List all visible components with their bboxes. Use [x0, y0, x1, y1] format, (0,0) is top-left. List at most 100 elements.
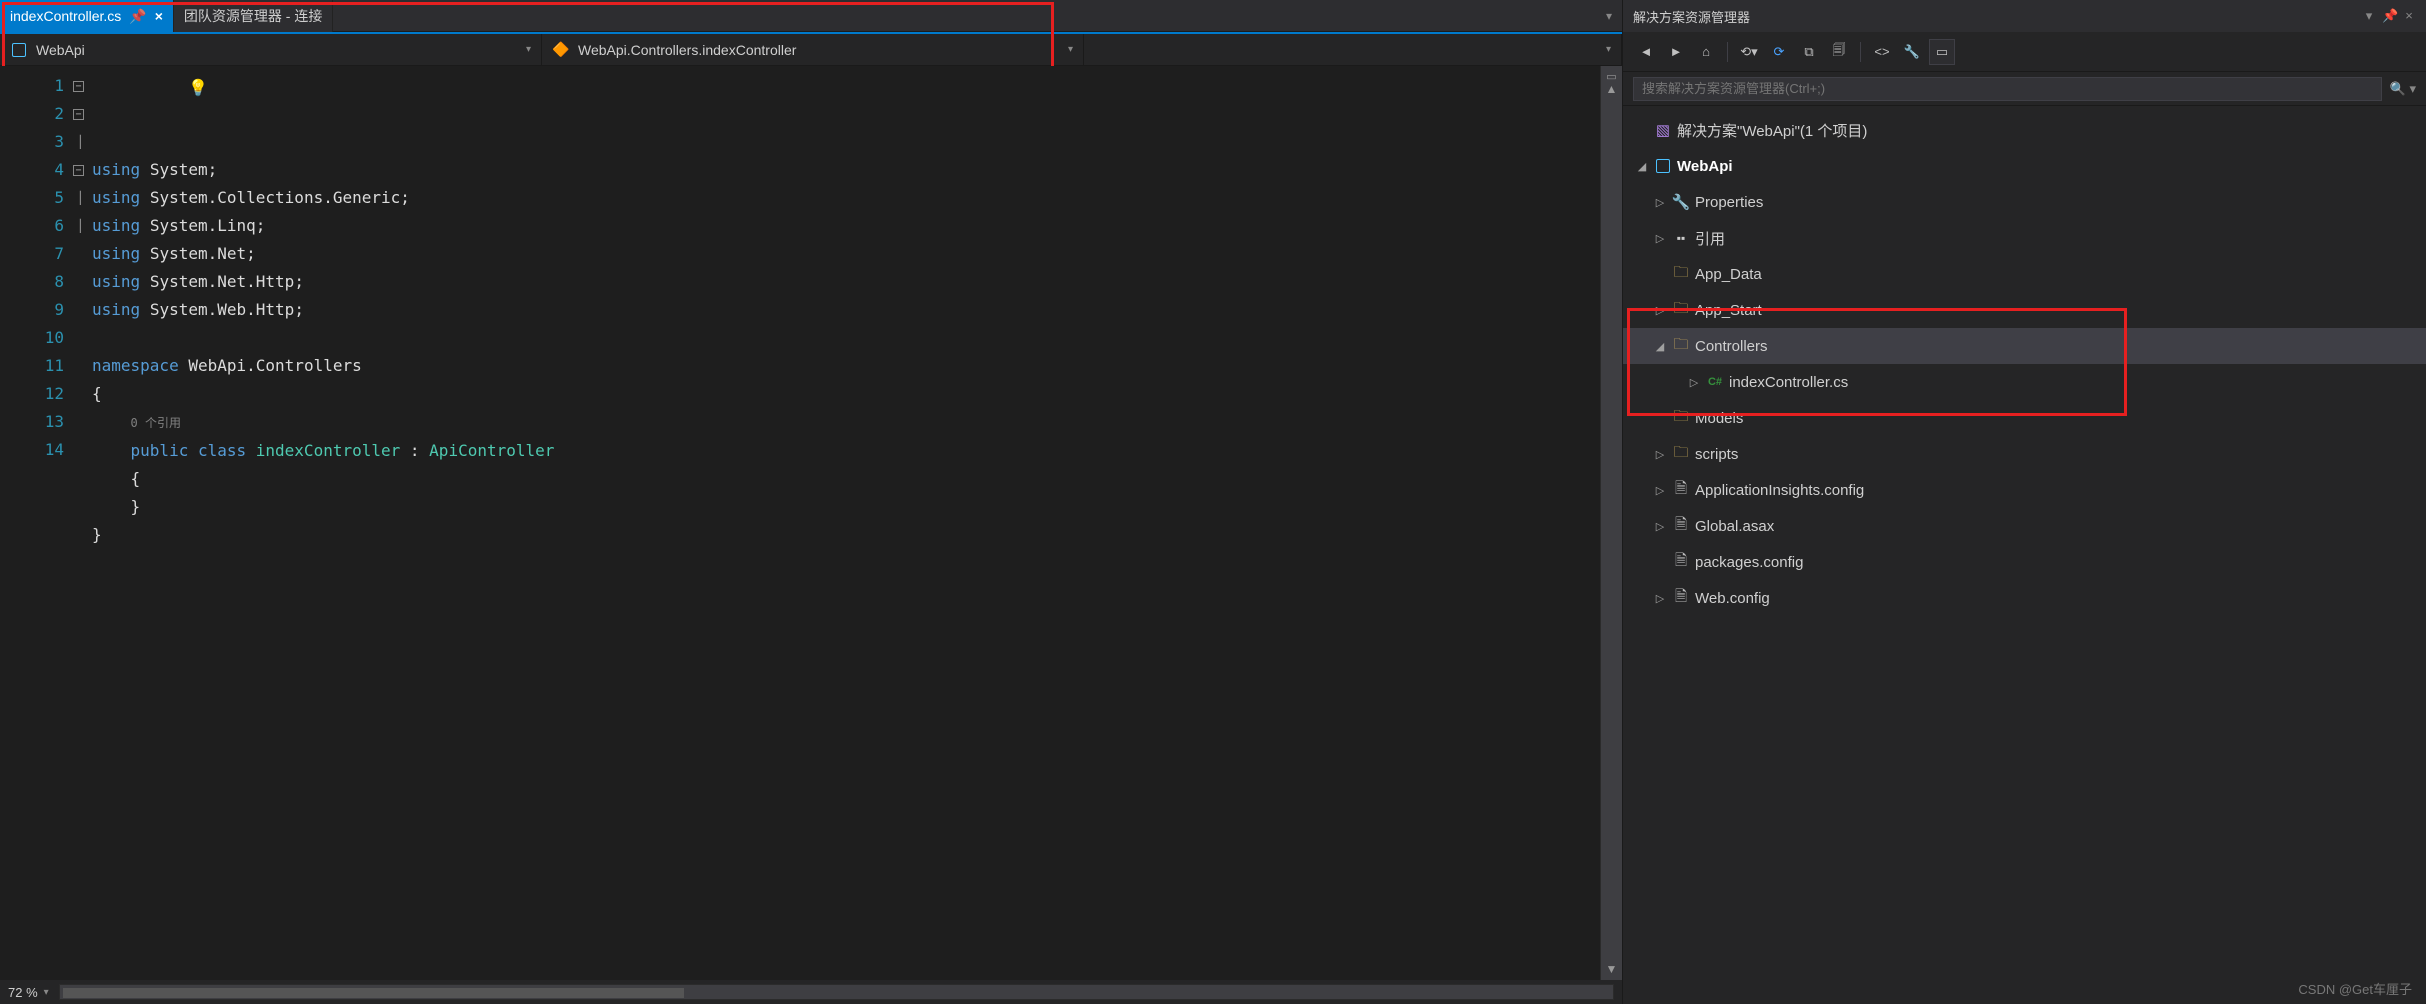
vs-icon: ▧ [1651, 121, 1675, 139]
tree-item-global[interactable]: ▷🗎Global.asax [1623, 508, 2426, 544]
nav-project-label: WebApi [36, 42, 85, 58]
cfg-icon: 🗎 [1669, 514, 1693, 539]
nav-forward-icon[interactable]: ► [1663, 39, 1689, 65]
folder-icon: 🗀 [1669, 262, 1693, 287]
line-number: 9 [0, 296, 64, 324]
line-number: 10 [0, 324, 64, 352]
search-icon[interactable]: 🔍 ▾ [2390, 81, 2416, 97]
tree-twist-icon[interactable]: ▷ [1651, 592, 1669, 605]
tab-bar-spacer: ▾ [333, 0, 1622, 32]
folder-icon: 🗀 [1669, 406, 1693, 431]
line-number: 12 [0, 380, 64, 408]
tree-item-proj[interactable]: ◢WebApi [1623, 148, 2426, 184]
wrench-icon: 🔧 [1669, 193, 1693, 211]
view-code-icon[interactable]: <> [1869, 39, 1895, 65]
nav-project-dropdown[interactable]: WebApi ▾ [0, 34, 542, 65]
nav-member-dropdown[interactable]: ▾ [1084, 34, 1622, 65]
tree-twist-icon[interactable]: ◢ [1633, 160, 1651, 173]
tree-item-label: packages.config [1695, 554, 1803, 571]
tree-item-props[interactable]: ▷🔧Properties [1623, 184, 2426, 220]
tree-twist-icon[interactable]: ▷ [1685, 376, 1703, 389]
preview-selected-icon[interactable]: ▭ [1929, 39, 1955, 65]
globe-icon [1651, 159, 1675, 173]
panel-title-bar: 解决方案资源管理器 ▾ 📌 × [1623, 0, 2426, 32]
tree-item-indexctrl[interactable]: ▷C#indexController.cs [1623, 364, 2426, 400]
scroll-down-icon[interactable]: ▼ [1603, 962, 1621, 980]
tree-item-label: Models [1695, 410, 1743, 427]
home-icon[interactable]: ⌂ [1693, 39, 1719, 65]
properties-icon[interactable]: 🔧 [1899, 39, 1925, 65]
tree-item-controllers[interactable]: ◢🗀Controllers [1623, 328, 2426, 364]
vertical-scrollbar[interactable]: ▭ ▲ ▼ [1600, 66, 1622, 980]
tree-item-label: indexController.cs [1729, 374, 1848, 391]
nav-scope-dropdown[interactable]: 🔶 WebApi.Controllers.indexController ▾ [542, 34, 1084, 65]
split-handle-icon[interactable]: ▭ [1603, 70, 1621, 82]
chevron-down-icon[interactable]: ▾ [44, 987, 49, 998]
tree-twist-icon[interactable]: ▷ [1651, 448, 1669, 461]
line-number: 7 [0, 240, 64, 268]
solution-search-input[interactable] [1633, 77, 2382, 101]
tree-item-appins[interactable]: ▷🗎ApplicationInsights.config [1623, 472, 2426, 508]
tree-item-packages[interactable]: 🗎packages.config [1623, 544, 2426, 580]
tree-item-label: Global.asax [1695, 518, 1774, 535]
tree-item-refs[interactable]: ▷▪▪引用 [1623, 220, 2426, 256]
tree-item-scripts[interactable]: ▷🗀scripts [1623, 436, 2426, 472]
refresh-icon[interactable]: ⟳ [1766, 39, 1792, 65]
fold-toggle-icon[interactable]: − [73, 81, 84, 92]
pin-icon[interactable]: 📌 [129, 8, 146, 25]
cfg-icon: 🗎 [1669, 550, 1693, 575]
sync-views-icon[interactable]: ⟲▾ [1736, 39, 1762, 65]
chevron-down-icon: ▾ [526, 44, 531, 55]
tree-item-appstart[interactable]: ▷🗀App_Start [1623, 292, 2426, 328]
fold-toggle-icon[interactable]: − [73, 165, 84, 176]
line-number: 13 [0, 408, 64, 436]
tree-item-webconfig[interactable]: ▷🗎Web.config [1623, 580, 2426, 616]
tab-overflow-icon[interactable]: ▾ [1606, 9, 1612, 23]
cfg-icon: 🗎 [1669, 586, 1693, 611]
chevron-down-icon: ▾ [1068, 44, 1073, 55]
solution-tree: ▧解决方案"WebApi"(1 个项目)◢WebApi▷🔧Properties▷… [1623, 106, 2426, 1004]
tree-twist-icon[interactable]: ◢ [1651, 340, 1669, 353]
panel-menu-icon[interactable]: ▾ [2362, 8, 2376, 24]
fold-column: −−│−││ [70, 72, 84, 240]
zoom-level[interactable]: 72 % [8, 985, 38, 1000]
scroll-up-icon[interactable]: ▲ [1603, 82, 1621, 100]
horizontal-scrollbar[interactable] [59, 984, 1614, 1000]
csharp-icon: C# [1703, 376, 1727, 388]
close-icon[interactable]: × [155, 8, 163, 24]
tab-team-explorer[interactable]: 团队资源管理器 - 连接 [174, 0, 333, 32]
line-number: 11 [0, 352, 64, 380]
lightbulb-icon[interactable]: 💡 [188, 74, 204, 90]
show-all-files-icon[interactable]: 🗐 [1826, 39, 1852, 65]
tree-twist-icon[interactable]: ▷ [1651, 232, 1669, 245]
navigation-bar: WebApi ▾ 🔶 WebApi.Controllers.indexContr… [0, 32, 1622, 66]
fold-toggle-icon[interactable]: − [73, 109, 84, 120]
nav-back-icon[interactable]: ◄ [1633, 39, 1659, 65]
tree-item-models[interactable]: 🗀Models [1623, 400, 2426, 436]
tab-index-controller[interactable]: indexController.cs 📌 × [0, 0, 174, 32]
hscroll-thumb[interactable] [63, 988, 684, 998]
tree-twist-icon[interactable]: ▷ [1651, 304, 1669, 317]
tree-twist-icon[interactable]: ▷ [1651, 196, 1669, 209]
panel-close-icon[interactable]: × [2402, 8, 2416, 24]
toolbar-separator [1727, 42, 1728, 62]
code-text[interactable]: 💡 using System;using System.Collections.… [92, 66, 1600, 980]
tree-twist-icon[interactable]: ▷ [1651, 484, 1669, 497]
solution-explorer-panel: 解决方案资源管理器 ▾ 📌 × ◄ ► ⌂ ⟲▾ ⟳ ⧉ 🗐 <> 🔧 ▭ 🔍 … [1622, 0, 2426, 1004]
editor-status-bar: 72 % ▾ [0, 980, 1622, 1004]
tree-item-label: 引用 [1695, 228, 1725, 249]
tree-twist-icon[interactable]: ▷ [1651, 520, 1669, 533]
tree-item-appdata[interactable]: 🗀App_Data [1623, 256, 2426, 292]
code-editor-area: indexController.cs 📌 × 团队资源管理器 - 连接 ▾ We… [0, 0, 1622, 1004]
scroll-track[interactable] [1601, 100, 1622, 962]
ref-icon: ▪▪ [1669, 231, 1693, 245]
panel-pin-icon[interactable]: 📌 [2382, 8, 2396, 24]
folder-icon: 🗀 [1669, 334, 1693, 359]
folder-icon: 🗀 [1669, 442, 1693, 467]
tree-item-sol[interactable]: ▧解决方案"WebApi"(1 个项目) [1623, 112, 2426, 148]
collapse-all-icon[interactable]: ⧉ [1796, 39, 1822, 65]
solution-toolbar: ◄ ► ⌂ ⟲▾ ⟳ ⧉ 🗐 <> 🔧 ▭ [1623, 32, 2426, 72]
tab-label: 团队资源管理器 - 连接 [184, 6, 322, 26]
class-icon: 🔶 [552, 43, 570, 57]
code-area: −−│−││ 1234567891011121314 💡 using Syste… [0, 66, 1622, 980]
